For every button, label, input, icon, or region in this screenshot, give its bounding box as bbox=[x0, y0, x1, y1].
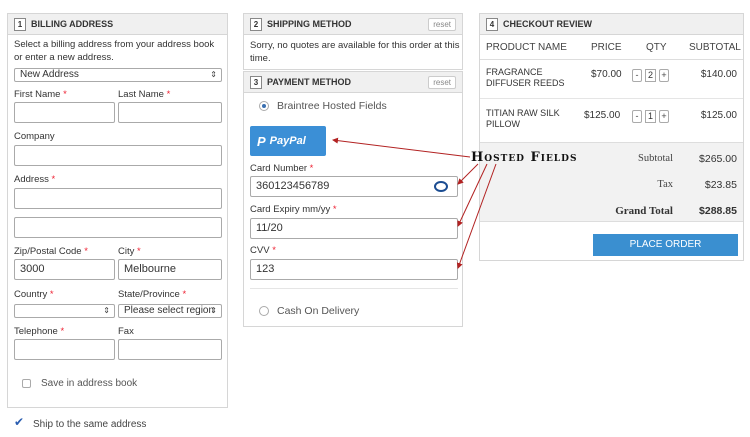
telephone-label: Telephone * bbox=[14, 326, 65, 337]
tax-value: $23.85 bbox=[704, 179, 737, 191]
product-name: FRAGRANCE DIFFUSER REEDS bbox=[486, 67, 565, 88]
telephone-input[interactable] bbox=[14, 339, 115, 360]
state-label: State/Province * bbox=[118, 289, 187, 300]
step-number: 4 bbox=[486, 17, 498, 31]
billing-panel: 1 BILLING ADDRESS Select a billing addre… bbox=[7, 13, 228, 408]
zip-label: Zip/Postal Code * bbox=[14, 246, 88, 257]
first-name-label: First Name * bbox=[14, 89, 67, 100]
col-qty: QTY bbox=[646, 42, 667, 53]
shipping-panel: 2 SHIPPING METHOD reset Sorry, no quotes… bbox=[243, 13, 463, 70]
product-price: $70.00 bbox=[591, 69, 622, 80]
paypal-button[interactable]: P PayPal bbox=[250, 126, 326, 156]
braintree-label: Braintree Hosted Fields bbox=[277, 100, 387, 112]
company-input[interactable] bbox=[14, 145, 222, 166]
city-label: City * bbox=[118, 246, 141, 257]
product-name: TITIAN RAW SILK PILLOW bbox=[486, 108, 560, 129]
billing-title: BILLING ADDRESS bbox=[31, 19, 114, 29]
braintree-radio[interactable] bbox=[259, 101, 269, 111]
state-select-value: Please select region bbox=[124, 305, 215, 316]
paypal-label: PayPal bbox=[269, 135, 306, 147]
subtotal-label: Subtotal bbox=[637, 153, 673, 164]
save-address-checkbox[interactable] bbox=[22, 379, 31, 388]
tax-label: Tax bbox=[657, 179, 673, 190]
product-subtotal: $125.00 bbox=[700, 110, 737, 121]
shipping-header: 2 SHIPPING METHOD reset bbox=[244, 14, 462, 35]
product-subtotal: $140.00 bbox=[700, 69, 737, 80]
country-select[interactable]: ⇕ bbox=[14, 304, 115, 318]
qty-input[interactable]: 2 bbox=[645, 69, 656, 82]
hosted-fields-annotation: Hosted Fields bbox=[471, 150, 578, 165]
select-arrow-icon: ⇕ bbox=[210, 70, 217, 79]
qty-decrease-button[interactable]: - bbox=[632, 110, 642, 123]
step-number: 3 bbox=[250, 75, 262, 89]
payment-title: PAYMENT METHOD bbox=[267, 77, 352, 87]
place-order-button[interactable]: PLACE ORDER bbox=[593, 234, 738, 256]
qty-input[interactable]: 1 bbox=[645, 110, 656, 123]
payment-panel: 3 PAYMENT METHOD reset Braintree Hosted … bbox=[243, 71, 463, 327]
address-line2-input[interactable] bbox=[14, 217, 222, 238]
col-price: PRICE bbox=[591, 42, 622, 53]
address-label: Address * bbox=[14, 174, 56, 185]
header-divider bbox=[480, 59, 743, 60]
product-price: $125.00 bbox=[584, 110, 621, 121]
qty-decrease-button[interactable]: - bbox=[632, 69, 642, 82]
fax-input[interactable] bbox=[118, 339, 222, 360]
diners-card-icon bbox=[434, 181, 448, 192]
cash-on-delivery-label: Cash On Delivery bbox=[277, 305, 360, 317]
cvv-input[interactable]: 123 bbox=[250, 259, 458, 280]
col-subtotal: SUBTOTAL bbox=[689, 42, 741, 53]
last-name-label: Last Name * bbox=[118, 89, 171, 100]
shipping-title: SHIPPING METHOD bbox=[267, 19, 352, 29]
col-product-name: PRODUCT NAME bbox=[486, 42, 567, 53]
ship-same-label: Ship to the same address bbox=[33, 419, 147, 430]
address-line1-input[interactable] bbox=[14, 188, 222, 209]
review-header: 4 CHECKOUT REVIEW bbox=[480, 14, 743, 35]
grand-total-label: Grand Total bbox=[615, 205, 673, 217]
step-number: 1 bbox=[14, 17, 26, 31]
fax-label: Fax bbox=[118, 326, 134, 337]
payment-header: 3 PAYMENT METHOD reset bbox=[244, 72, 462, 93]
cash-on-delivery-radio[interactable] bbox=[259, 306, 269, 316]
shipping-message: Sorry, no quotes are available for this … bbox=[250, 40, 460, 64]
paypal-logo-icon: P bbox=[257, 133, 266, 149]
cvv-label: CVV * bbox=[250, 245, 276, 256]
select-arrow-icon: ⇕ bbox=[210, 306, 217, 315]
shipping-reset-button[interactable]: reset bbox=[428, 17, 456, 31]
address-select[interactable]: New Address ⇕ bbox=[14, 68, 222, 82]
ship-same-checkbox[interactable]: ✔ bbox=[14, 416, 24, 428]
zip-input[interactable]: 3000 bbox=[14, 259, 115, 280]
payment-reset-button[interactable]: reset bbox=[428, 75, 456, 89]
country-label: Country * bbox=[14, 289, 54, 300]
card-number-input[interactable]: 360123456789 bbox=[250, 176, 458, 197]
save-address-label: Save in address book bbox=[41, 378, 138, 389]
company-label: Company bbox=[14, 131, 55, 142]
review-panel: 4 CHECKOUT REVIEW PRODUCT NAME PRICE QTY… bbox=[479, 13, 744, 261]
divider bbox=[250, 288, 458, 289]
last-name-input[interactable] bbox=[118, 102, 222, 123]
billing-intro: Select a billing address from your addre… bbox=[14, 39, 215, 63]
qty-increase-button[interactable]: + bbox=[659, 110, 669, 123]
city-input[interactable]: Melbourne bbox=[118, 259, 222, 280]
review-title: CHECKOUT REVIEW bbox=[503, 19, 593, 29]
address-select-value: New Address bbox=[20, 69, 79, 80]
card-number-label: Card Number * bbox=[250, 163, 314, 174]
row-divider bbox=[480, 98, 743, 99]
first-name-input[interactable] bbox=[14, 102, 115, 123]
grand-total-value: $288.85 bbox=[699, 205, 737, 217]
subtotal-value: $265.00 bbox=[699, 153, 737, 165]
expiry-label: Card Expiry mm/yy * bbox=[250, 204, 337, 215]
expiry-input[interactable]: 11/20 bbox=[250, 218, 458, 239]
billing-header: 1 BILLING ADDRESS bbox=[8, 14, 227, 35]
step-number: 2 bbox=[250, 17, 262, 31]
qty-increase-button[interactable]: + bbox=[659, 69, 669, 82]
select-arrow-icon: ⇕ bbox=[103, 306, 110, 315]
state-select[interactable]: Please select region ⇕ bbox=[118, 304, 222, 318]
